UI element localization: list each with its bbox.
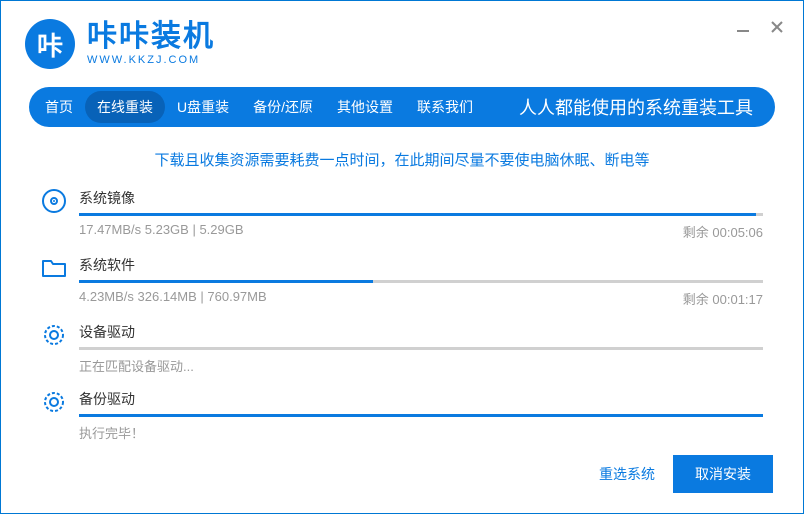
progress-section: 系统镜像 17.47MB/s 5.23GB | 5.29GB 剩余 00:05:… [1, 188, 803, 442]
nav-tagline: 人人都能使用的系统重装工具 [519, 94, 771, 120]
disc-icon [41, 188, 79, 241]
folder-icon [41, 255, 79, 308]
nav-online-reinstall[interactable]: 在线重装 [85, 91, 165, 123]
app-title: 咔咔装机 [87, 22, 215, 52]
nav-contact[interactable]: 联系我们 [405, 91, 485, 123]
header: 咔 咔咔装机 WWW.KKZJ.COM [1, 1, 803, 79]
nav-backup-restore[interactable]: 备份/还原 [241, 91, 325, 123]
progress-row-software: 系统软件 4.23MB/s 326.14MB | 760.97MB 剩余 00:… [41, 255, 763, 308]
progress-stats: 执行完毕！ [79, 423, 144, 442]
progress-row-backup: 备份驱动 执行完毕！ [41, 389, 763, 442]
close-button[interactable] [769, 19, 785, 35]
progress-title: 设备驱动 [79, 322, 763, 342]
logo-text: 咔咔装机 WWW.KKZJ.COM [87, 22, 215, 66]
app-url: WWW.KKZJ.COM [87, 54, 215, 66]
progress-title: 系统镜像 [79, 188, 763, 208]
gear-icon [41, 322, 79, 375]
progress-fill [79, 213, 756, 216]
nav-other-settings[interactable]: 其他设置 [325, 91, 405, 123]
progress-title: 备份驱动 [79, 389, 763, 409]
progress-stats: 17.47MB/s 5.23GB | 5.29GB [79, 222, 244, 241]
progress-title: 系统软件 [79, 255, 763, 275]
progress-bar [79, 213, 763, 216]
window-controls [735, 19, 785, 35]
progress-bar [79, 414, 763, 417]
logo-icon: 咔 [25, 19, 75, 69]
progress-fill [79, 280, 373, 283]
cancel-install-button[interactable]: 取消安装 [673, 455, 773, 493]
progress-row-driver: 设备驱动 正在匹配设备驱动... [41, 322, 763, 375]
progress-remaining: 剩余 00:01:17 [683, 289, 763, 308]
progress-row-image: 系统镜像 17.47MB/s 5.23GB | 5.29GB 剩余 00:05:… [41, 188, 763, 241]
minimize-button[interactable] [735, 19, 751, 35]
progress-bar [79, 347, 763, 350]
progress-bar [79, 280, 763, 283]
nav-usb-reinstall[interactable]: U盘重装 [165, 91, 241, 123]
reselect-system-link[interactable]: 重选系统 [599, 464, 655, 484]
footer: 重选系统 取消安装 [599, 455, 773, 493]
notice-text: 下载且收集资源需要耗费一点时间，在此期间尽量不要使电脑休眠、断电等 [1, 149, 803, 170]
progress-stats: 正在匹配设备驱动... [79, 356, 194, 375]
progress-stats: 4.23MB/s 326.14MB | 760.97MB [79, 289, 267, 308]
nav-home[interactable]: 首页 [33, 91, 85, 123]
gear-icon [41, 389, 79, 442]
nav-bar: 首页 在线重装 U盘重装 备份/还原 其他设置 联系我们 人人都能使用的系统重装… [29, 87, 775, 127]
progress-fill [79, 414, 763, 417]
progress-remaining: 剩余 00:05:06 [683, 222, 763, 241]
